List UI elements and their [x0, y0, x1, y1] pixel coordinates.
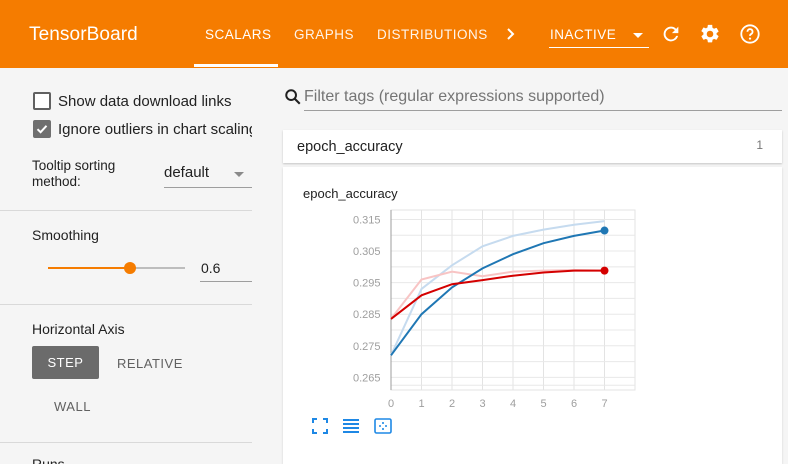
smoothing-label: Smoothing	[32, 227, 99, 243]
tab-distributions[interactable]: DISTRIBUTIONS	[377, 27, 488, 42]
series-line	[390, 229, 605, 356]
x-tick-label: 6	[571, 398, 577, 410]
smoothing-input[interactable]: 0.6	[200, 258, 252, 282]
tag-group-name: epoch_accuracy	[297, 139, 403, 155]
check-icon	[36, 125, 48, 134]
top-app-bar: TensorBoard SCALARS GRAPHS DISTRIBUTIONS…	[0, 0, 788, 68]
y-tick-label: 0.275	[353, 341, 381, 353]
chart-card: epoch_accuracy 0.265 0.275 0.285 0.295 0.305…	[283, 167, 782, 464]
x-tick-label: 2	[449, 398, 455, 410]
divider	[0, 210, 252, 211]
tag-group-count: 1	[756, 138, 763, 152]
fit-domain-icon[interactable]	[310, 416, 330, 436]
y-tick-label: 0.265	[353, 372, 381, 384]
settings-icon[interactable]	[699, 23, 721, 45]
show-download-links-label: Show data download links	[58, 93, 232, 110]
reset-zoom-icon[interactable]	[373, 416, 393, 436]
smoothing-slider-fill	[48, 267, 131, 269]
y-tick-label: 0.285	[353, 309, 381, 321]
x-tick-label: 4	[510, 398, 516, 410]
status-select-value: INACTIVE	[550, 27, 617, 42]
horizontal-axis-label: Horizontal Axis	[32, 321, 125, 337]
axis-wall-button[interactable]: WALL	[54, 399, 91, 414]
y-tick-label: 0.305	[353, 246, 381, 258]
ignore-outliers-label: Ignore outliers in chart scaling	[58, 121, 252, 138]
tooltip-sorting-value: default	[164, 164, 210, 181]
help-icon[interactable]	[739, 23, 761, 45]
line-chart[interactable]: 0.265 0.275 0.285 0.295 0.305 0.315 0 1 2 3 4 5 6 7	[283, 167, 782, 412]
tag-filter-input[interactable]: Filter tags (regular expressions support…	[304, 87, 782, 111]
x-tick-label: 1	[418, 398, 424, 410]
ignore-outliers-checkbox[interactable]	[33, 120, 51, 138]
divider	[0, 304, 252, 305]
active-tab-indicator	[194, 64, 278, 67]
axis-relative-button[interactable]: RELATIVE	[117, 356, 183, 371]
status-select[interactable]: INACTIVE	[549, 24, 649, 48]
smoothing-slider-handle[interactable]	[124, 262, 137, 274]
tab-graphs[interactable]: GRAPHS	[294, 27, 354, 42]
x-tick-label: 5	[540, 398, 546, 410]
app-title: TensorBoard	[29, 24, 138, 45]
toggle-log-scale-icon[interactable]	[341, 416, 361, 436]
tooltip-sorting-dropdown[interactable]: default	[164, 162, 252, 188]
axis-step-button[interactable]: STEP	[32, 346, 99, 379]
divider	[0, 442, 252, 443]
x-tick-label: 0	[388, 398, 394, 410]
y-tick-label: 0.315	[353, 214, 381, 226]
chevron-right-icon[interactable]	[503, 23, 519, 45]
x-tick-label: 3	[479, 398, 485, 410]
search-icon	[285, 89, 301, 105]
show-download-links-checkbox[interactable]	[33, 92, 51, 110]
dropdown-caret-icon	[234, 172, 244, 177]
y-tick-label: 0.295	[353, 278, 381, 290]
dropdown-caret-icon	[633, 33, 643, 38]
x-tick-label: 7	[601, 398, 607, 410]
tooltip-sorting-label: Tooltip sorting method:	[32, 158, 116, 189]
tag-group-header[interactable]: epoch_accuracy 1	[283, 130, 782, 163]
series-endpoint	[600, 266, 609, 275]
refresh-icon[interactable]	[660, 23, 682, 45]
series-raw-line	[390, 220, 605, 356]
runs-label: Runs	[32, 456, 65, 464]
tab-scalars[interactable]: SCALARS	[205, 27, 272, 42]
series-endpoint	[600, 226, 609, 235]
